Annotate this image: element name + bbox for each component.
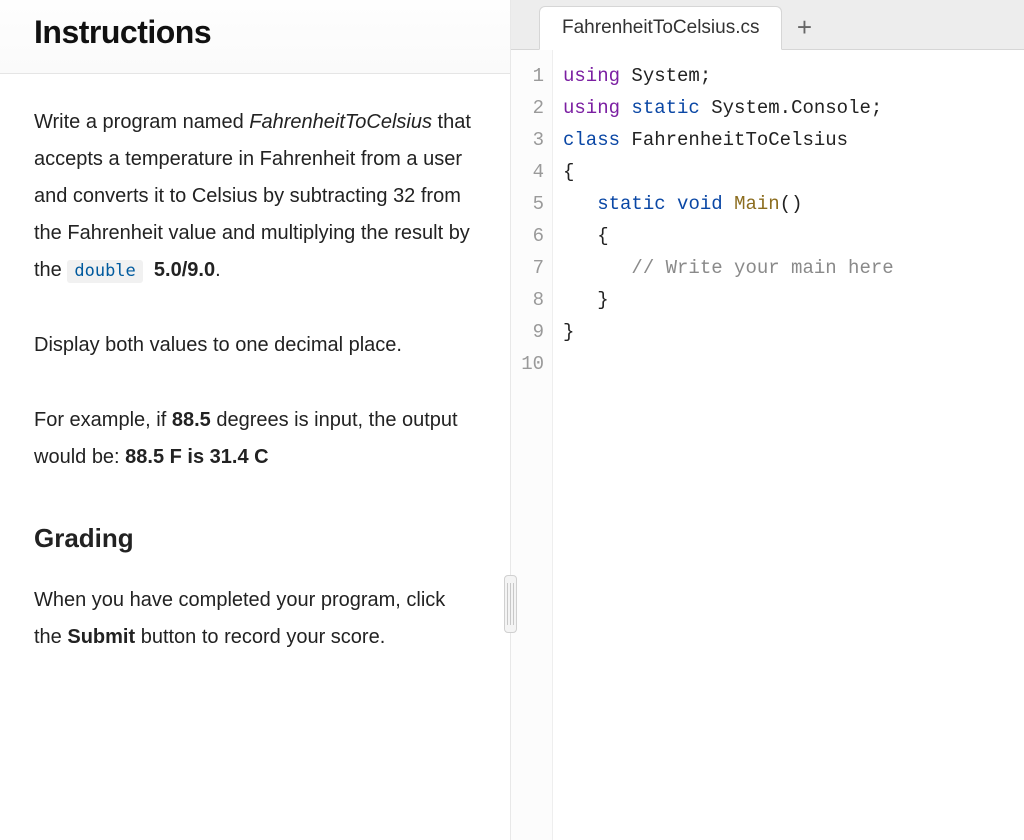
code-token: { bbox=[563, 161, 574, 183]
text: Write a program named bbox=[34, 111, 249, 133]
code-line[interactable]: } bbox=[563, 284, 894, 316]
code-line[interactable] bbox=[563, 348, 894, 380]
line-number: 4 bbox=[511, 156, 544, 188]
instructions-para-2: Display both values to one decimal place… bbox=[34, 327, 476, 364]
code-token: () bbox=[780, 193, 803, 215]
code-token: Main bbox=[734, 193, 780, 215]
example-input-bold: 88.5 bbox=[172, 409, 211, 431]
line-number: 9 bbox=[511, 316, 544, 348]
line-number: 1 bbox=[511, 60, 544, 92]
code-token: class bbox=[563, 129, 620, 151]
code-line[interactable]: { bbox=[563, 156, 894, 188]
example-output-bold: 88.5 F is 31.4 C bbox=[125, 446, 268, 468]
line-number: 8 bbox=[511, 284, 544, 316]
instructions-header: Instructions bbox=[0, 0, 510, 74]
text: . bbox=[215, 259, 221, 281]
editor-pane: FahrenheitToCelsius.cs + 12345678910 usi… bbox=[510, 0, 1024, 840]
instructions-title: Instructions bbox=[34, 14, 510, 51]
tab-file-active[interactable]: FahrenheitToCelsius.cs bbox=[539, 6, 782, 50]
code-token: } bbox=[597, 289, 608, 311]
instructions-para-3: For example, if 88.5 degrees is input, t… bbox=[34, 402, 476, 476]
instructions-pane: Instructions Write a program named Fahre… bbox=[0, 0, 510, 840]
text: button to record your score. bbox=[135, 626, 385, 648]
code-token: } bbox=[563, 321, 574, 343]
line-number: 2 bbox=[511, 92, 544, 124]
line-number-gutter: 12345678910 bbox=[511, 50, 553, 840]
code-token: static bbox=[631, 97, 699, 119]
code-area[interactable]: using System;using static System.Console… bbox=[553, 50, 894, 840]
tab-label: FahrenheitToCelsius.cs bbox=[562, 17, 759, 39]
plus-icon: + bbox=[797, 12, 812, 43]
app-root: Instructions Write a program named Fahre… bbox=[0, 0, 1024, 840]
program-name-italic: FahrenheitToCelsius bbox=[249, 111, 432, 133]
code-line[interactable]: { bbox=[563, 220, 894, 252]
grading-heading: Grading bbox=[34, 514, 476, 562]
line-number: 10 bbox=[511, 348, 544, 380]
code-line[interactable]: // Write your main here bbox=[563, 252, 894, 284]
inline-code-chip: double bbox=[67, 260, 142, 283]
code-editor[interactable]: 12345678910 using System;using static Sy… bbox=[511, 50, 1024, 840]
code-token: using bbox=[563, 65, 620, 87]
code-line[interactable]: class FahrenheitToCelsius bbox=[563, 124, 894, 156]
code-line[interactable]: using System; bbox=[563, 60, 894, 92]
code-line[interactable]: static void Main() bbox=[563, 188, 894, 220]
line-number: 5 bbox=[511, 188, 544, 220]
line-number: 3 bbox=[511, 124, 544, 156]
code-token: static bbox=[597, 193, 665, 215]
grading-para: When you have completed your program, cl… bbox=[34, 582, 476, 656]
submit-word-bold: Submit bbox=[67, 626, 135, 648]
line-number: 7 bbox=[511, 252, 544, 284]
code-token: ; bbox=[700, 65, 711, 87]
code-token: { bbox=[597, 225, 608, 247]
fraction-bold: 5.0/9.0 bbox=[154, 259, 215, 281]
editor-tabbar: FahrenheitToCelsius.cs + bbox=[511, 0, 1024, 50]
code-line[interactable]: using static System.Console; bbox=[563, 92, 894, 124]
code-token: ; bbox=[871, 97, 882, 119]
resize-handle[interactable] bbox=[504, 575, 517, 633]
code-token: // Write your main here bbox=[631, 257, 893, 279]
text: that accepts a temperature in Fahrenheit… bbox=[34, 111, 471, 281]
code-line[interactable]: } bbox=[563, 316, 894, 348]
tab-add-button[interactable]: + bbox=[782, 6, 826, 49]
code-token: FahrenheitToCelsius bbox=[631, 129, 848, 151]
instructions-para-1: Write a program named FahrenheitToCelsiu… bbox=[34, 104, 476, 289]
text: For example, if bbox=[34, 409, 172, 431]
code-token: System bbox=[631, 65, 699, 87]
line-number: 6 bbox=[511, 220, 544, 252]
code-token: void bbox=[677, 193, 723, 215]
code-token: using bbox=[563, 97, 620, 119]
code-token: System.Console bbox=[711, 97, 871, 119]
instructions-body: Write a program named FahrenheitToCelsiu… bbox=[0, 74, 510, 704]
